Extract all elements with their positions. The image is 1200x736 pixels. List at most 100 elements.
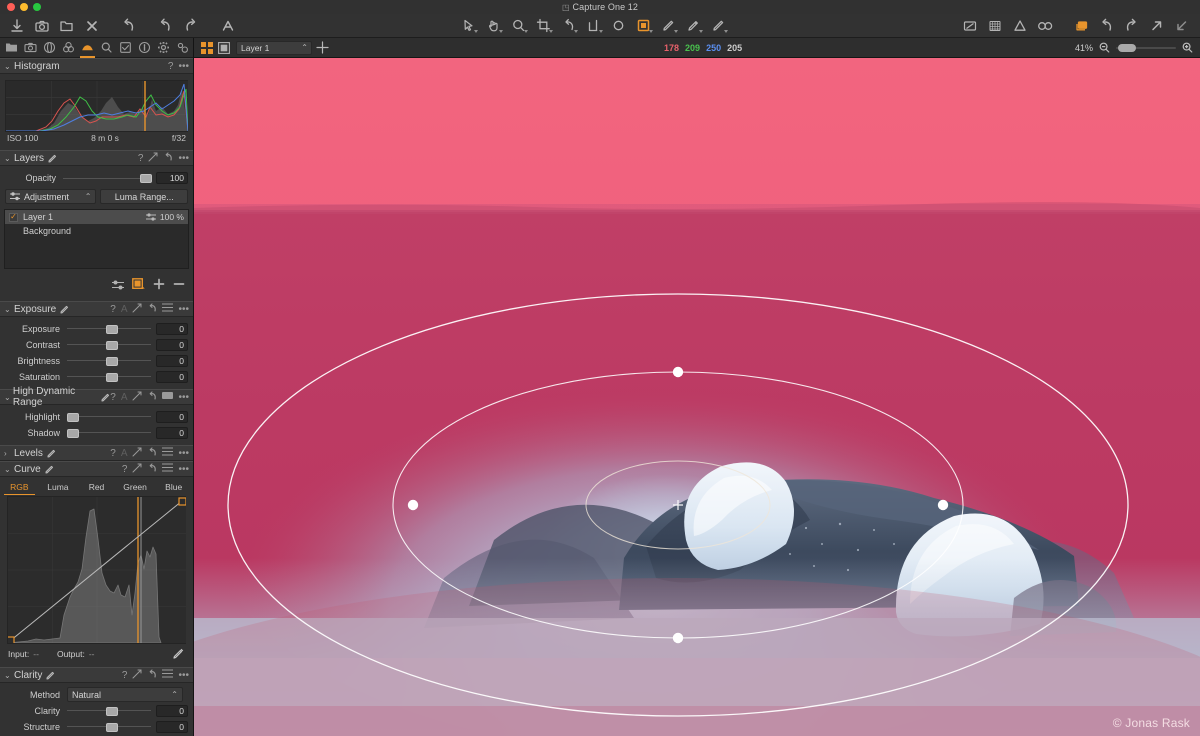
photo-canvas[interactable]: © Jonas Rask <box>194 58 1200 736</box>
tab-red[interactable]: Red <box>77 480 116 495</box>
pointer-tool-icon[interactable] <box>456 15 481 37</box>
presets-icon[interactable] <box>162 303 173 315</box>
exposure-value[interactable]: 0 <box>156 323 188 335</box>
exposure-warning-icon[interactable] <box>957 15 982 37</box>
chevron-down-icon[interactable]: ⌄ <box>4 393 13 402</box>
edit-pencil-icon[interactable] <box>45 465 54 474</box>
heal-brush-icon[interactable] <box>706 15 731 37</box>
add-layer-icon[interactable] <box>153 277 165 295</box>
copy-adjustments-icon[interactable] <box>132 463 142 476</box>
edit-pencil-icon[interactable] <box>48 154 57 163</box>
chevron-updown-icon[interactable]: ⌃ <box>85 193 92 201</box>
maximize-button[interactable] <box>33 3 41 11</box>
edit-pencil-icon[interactable] <box>47 449 56 458</box>
chevron-down-icon[interactable]: ⌄ <box>4 465 14 474</box>
exposure-tab[interactable] <box>78 38 97 58</box>
levels-panel-header[interactable]: › Levels ? A ••• <box>0 445 193 461</box>
color-tab[interactable] <box>59 38 78 58</box>
reset-icon[interactable] <box>147 669 157 682</box>
auto-adjust-icon[interactable]: A <box>121 448 128 459</box>
structure-slider[interactable] <box>67 720 151 734</box>
edit-pencil-icon[interactable] <box>101 393 110 402</box>
exposure-panel-header[interactable]: ⌄ Exposure ? A ••• <box>0 301 193 317</box>
single-view-icon[interactable] <box>215 39 232 57</box>
reset-icon[interactable] <box>147 391 157 404</box>
help-icon[interactable]: ? <box>168 61 174 72</box>
compare-variants-icon[interactable] <box>1032 15 1057 37</box>
clarity-slider[interactable] <box>67 704 151 718</box>
chevron-down-icon[interactable]: ⌄ <box>4 62 14 71</box>
chevron-right-icon[interactable]: › <box>4 449 14 458</box>
help-icon[interactable]: ? <box>110 392 116 403</box>
more-options-icon[interactable]: ••• <box>178 670 189 681</box>
window-controls[interactable] <box>7 3 41 11</box>
output-tab[interactable] <box>154 38 173 58</box>
brightness-value[interactable]: 0 <box>156 355 188 367</box>
tab-rgb[interactable]: RGB <box>0 480 39 495</box>
opacity-slider[interactable] <box>63 171 151 185</box>
chevron-updown-icon[interactable]: ⌃ <box>171 691 178 699</box>
clarity-value[interactable]: 0 <box>156 705 188 717</box>
zoom-out-icon[interactable] <box>1098 39 1111 57</box>
contrast-value[interactable]: 0 <box>156 339 188 351</box>
remove-layer-icon[interactable] <box>173 277 185 295</box>
close-button[interactable] <box>7 3 15 11</box>
erase-mask-icon[interactable] <box>681 15 706 37</box>
opacity-value[interactable]: 100 <box>156 172 188 184</box>
edit-pencil-icon[interactable] <box>60 305 69 314</box>
curve-panel-header[interactable]: ⌄ Curve ? ••• <box>0 461 193 477</box>
eyedropper-icon[interactable] <box>173 647 185 661</box>
metadata-tab[interactable] <box>135 38 154 58</box>
move-mask-icon[interactable] <box>314 39 331 57</box>
rotate-right-icon[interactable] <box>1119 15 1144 37</box>
lens-tab[interactable] <box>40 38 59 58</box>
help-icon[interactable]: ? <box>110 304 116 315</box>
presets-icon[interactable] <box>162 669 173 681</box>
import-images-icon[interactable] <box>4 15 29 37</box>
saturation-value[interactable]: 0 <box>156 371 188 383</box>
copy-adjustments-icon[interactable] <box>132 447 142 460</box>
curve-editor[interactable] <box>7 496 186 644</box>
reset-icon[interactable] <box>147 447 157 460</box>
new-variant-icon[interactable] <box>1069 15 1094 37</box>
spot-removal-icon[interactable] <box>606 15 631 37</box>
more-options-icon[interactable]: ••• <box>178 153 189 164</box>
zoom-tool-icon[interactable] <box>506 15 531 37</box>
export-icon[interactable] <box>1144 15 1169 37</box>
clarity-panel-header[interactable]: ⌄ Clarity ? ••• <box>0 667 193 683</box>
more-options-icon[interactable]: ••• <box>178 61 189 72</box>
exposure-slider[interactable] <box>67 322 151 336</box>
shadow-value[interactable]: 0 <box>156 427 188 439</box>
keystone-tool-icon[interactable] <box>581 15 606 37</box>
layer-visibility-checkbox[interactable]: ✓ <box>9 213 18 222</box>
more-options-icon[interactable]: ••• <box>178 464 189 475</box>
zoom-in-icon[interactable] <box>1181 39 1194 57</box>
tab-blue[interactable]: Blue <box>154 480 193 495</box>
focus-mask-icon[interactable] <box>1007 15 1032 37</box>
help-icon[interactable]: ? <box>138 153 144 164</box>
histogram-panel-header[interactable]: ⌄ Histogram ? ••• <box>0 58 193 74</box>
highlight-value[interactable]: 0 <box>156 411 188 423</box>
copy-adjustments-icon[interactable] <box>132 303 142 316</box>
brightness-slider[interactable] <box>67 354 151 368</box>
highlight-slider[interactable] <box>67 410 151 424</box>
undo-all-icon[interactable] <box>116 15 141 37</box>
tab-green[interactable]: Green <box>116 480 155 495</box>
new-mask-layer-icon[interactable] <box>132 277 145 295</box>
edit-pencil-icon[interactable] <box>46 671 55 680</box>
capture-tab[interactable] <box>21 38 40 58</box>
help-icon[interactable]: ? <box>122 464 128 475</box>
chevron-down-icon[interactable]: ⌄ <box>4 671 14 680</box>
luma-range-button[interactable]: Luma Range... <box>100 189 188 204</box>
layer-mode-dropdown[interactable]: Adjustment ⌃ <box>5 189 96 204</box>
presets-icon[interactable] <box>162 391 173 403</box>
pan-tool-icon[interactable] <box>481 15 506 37</box>
clarity-method-dropdown[interactable]: Natural ⌃ <box>67 687 183 702</box>
list-item[interactable]: ✓ Layer 1 100 % <box>5 210 188 224</box>
copy-adjustments-icon[interactable] <box>148 152 158 165</box>
more-options-icon[interactable]: ••• <box>178 448 189 459</box>
layer-selector-dropdown[interactable]: Layer 1 ⌃ <box>236 41 312 55</box>
new-album-icon[interactable] <box>54 15 79 37</box>
list-item[interactable]: Background <box>5 224 188 238</box>
layer-settings-icon[interactable] <box>112 277 124 295</box>
